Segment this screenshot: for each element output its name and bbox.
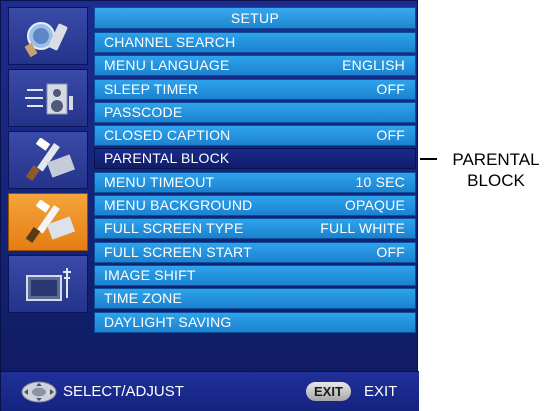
setup-menu: SETUP CHANNEL SEARCH MENU LANGUAGE ENGLI… <box>94 7 416 335</box>
menu-item-sleep-timer[interactable]: SLEEP TIMER OFF <box>94 78 416 100</box>
menu-item-full-screen-type[interactable]: FULL SCREEN TYPE FULL WHITE <box>94 218 416 240</box>
menu-item-label: PASSCODE <box>104 103 183 120</box>
category-tv[interactable] <box>8 255 88 313</box>
menu-item-channel-search[interactable]: CHANNEL SEARCH <box>94 32 416 53</box>
menu-item-value: OFF <box>376 243 405 260</box>
menu-item-label: SLEEP TIMER <box>104 80 199 97</box>
category-audio[interactable] <box>8 69 88 127</box>
menu-item-passcode[interactable]: PASSCODE <box>94 101 416 123</box>
menu-item-label: MENU BACKGROUND <box>104 197 253 214</box>
menu-item-label: CLOSED CAPTION <box>104 127 231 144</box>
category-tools[interactable] <box>8 131 88 189</box>
menu-item-label: MENU TIMEOUT <box>104 173 215 190</box>
tv-antenna-icon <box>26 268 71 301</box>
menu-item-label: MENU LANGUAGE <box>104 57 230 74</box>
callout-line <box>420 158 437 160</box>
menu-item-menu-background[interactable]: MENU BACKGROUND OPAQUE <box>94 195 416 217</box>
navigation-pad-icon <box>21 381 57 403</box>
exit-button-icon[interactable]: EXIT <box>306 382 351 401</box>
menu-item-daylight-saving[interactable]: DAYLIGHT SAVING <box>94 311 416 333</box>
menu-title: SETUP <box>94 7 416 29</box>
footer-bar: SELECT/ADJUST EXIT EXIT <box>1 371 419 411</box>
menu-item-value: OFF <box>376 80 405 97</box>
menu-item-full-screen-start[interactable]: FULL SCREEN START OFF <box>94 241 416 263</box>
tools-icon <box>25 138 76 182</box>
menu-item-image-shift[interactable]: IMAGE SHIFT <box>94 264 416 286</box>
menu-item-label: TIME ZONE <box>104 290 183 307</box>
menu-item-value: 10 SEC <box>355 173 405 190</box>
menu-item-menu-language[interactable]: MENU LANGUAGE ENGLISH <box>94 55 416 77</box>
menu-item-menu-timeout[interactable]: MENU TIMEOUT 10 SEC <box>94 171 416 193</box>
menu-item-value: OPAQUE <box>344 197 405 214</box>
menu-item-label: CHANNEL SEARCH <box>104 34 236 50</box>
picture-icon <box>24 22 68 58</box>
category-picture[interactable] <box>8 7 88 65</box>
menu-item-label: IMAGE SHIFT <box>104 266 196 283</box>
callout-parental-block: PARENTAL BLOCK <box>441 149 551 191</box>
menu-item-label: FULL SCREEN START <box>104 243 252 260</box>
callout-line-1: PARENTAL <box>452 150 540 169</box>
menu-item-label: PARENTAL BLOCK <box>104 150 230 167</box>
menu-item-time-zone[interactable]: TIME ZONE <box>94 288 416 310</box>
select-adjust-label: SELECT/ADJUST <box>63 383 184 400</box>
menu-item-parental-block[interactable]: PARENTAL BLOCK <box>94 148 416 170</box>
exit-label: EXIT <box>364 383 398 400</box>
menu-item-label: DAYLIGHT SAVING <box>104 313 232 330</box>
audio-icon <box>25 83 73 115</box>
osd-panel: SETUP CHANNEL SEARCH MENU LANGUAGE ENGLI… <box>0 0 419 411</box>
menu-item-value: ENGLISH <box>342 57 405 74</box>
callout-line-2: BLOCK <box>467 171 525 190</box>
category-setup[interactable] <box>8 193 88 251</box>
menu-item-value: FULL WHITE <box>320 220 405 237</box>
menu-item-label: FULL SCREEN TYPE <box>104 220 244 237</box>
menu-item-value: OFF <box>376 127 405 144</box>
menu-item-closed-caption[interactable]: CLOSED CAPTION OFF <box>94 125 416 147</box>
setup-tools-icon <box>25 200 76 244</box>
category-icon-column <box>8 7 88 363</box>
